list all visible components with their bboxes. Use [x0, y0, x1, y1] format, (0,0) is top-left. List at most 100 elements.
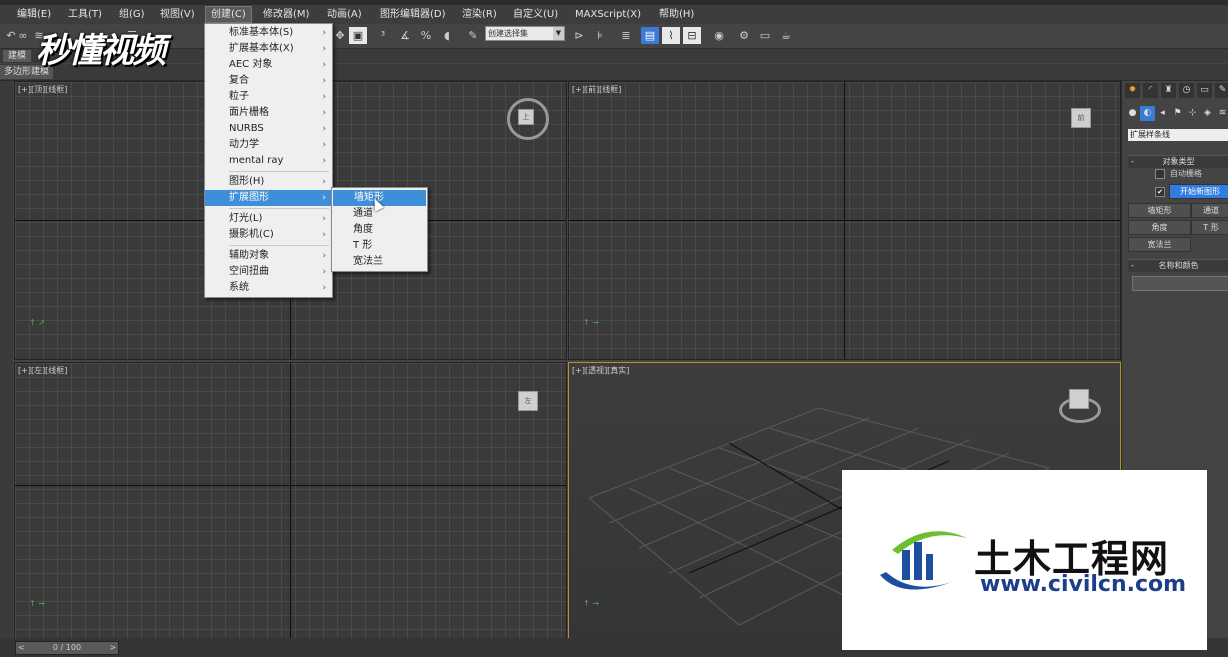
spacewarps-icon[interactable]: ◈ [1200, 106, 1215, 121]
menu-item-nurbs[interactable]: NURBS › [205, 121, 332, 137]
menu-separator [229, 171, 329, 172]
snap-3d-icon[interactable]: ³ [374, 27, 392, 44]
menu-item-standard-primitives[interactable]: 标准基本体(S) › [205, 25, 332, 41]
rendered-frame-icon[interactable]: ▭ [756, 27, 774, 44]
utilities-tab-icon[interactable]: ✎ [1215, 83, 1228, 98]
viewport-label[interactable]: [+][左][线框] [18, 365, 67, 376]
axis-tripod-icon: ↑ → [29, 599, 45, 608]
menu-views[interactable]: 视图(V) [155, 7, 200, 22]
submenu-item-tee[interactable]: T 形 [332, 238, 427, 254]
menu-edit[interactable]: 编辑(E) [12, 7, 56, 22]
helpers-icon[interactable]: ⊹ [1185, 106, 1200, 121]
percent-snap-icon[interactable]: % [417, 27, 435, 44]
schematic-view-icon[interactable]: ⊟ [683, 27, 701, 44]
cameras-icon[interactable]: ⚑ [1170, 106, 1185, 121]
chevron-down-icon[interactable]: ▼ [553, 27, 564, 40]
auto-grid-checkbox[interactable] [1155, 169, 1165, 179]
next-frame-icon[interactable]: > [109, 642, 116, 654]
curve-editor-icon[interactable]: ⌇ [662, 27, 680, 44]
scene-explorer-icon[interactable]: ▤ [641, 27, 659, 44]
viewport-left[interactable]: [+][左][线框] 左 ↑ → [14, 362, 567, 640]
spinner-snap-icon[interactable]: ◖ [438, 27, 456, 44]
viewport-label[interactable]: [+][前][线框] [572, 84, 621, 95]
wide-flange-button[interactable]: 宽法兰 [1128, 237, 1191, 252]
menu-modifiers[interactable]: 修改器(M) [258, 7, 314, 22]
watermark-civilcn-url: www.civilcn.com [980, 572, 1187, 597]
viewport-front[interactable]: [+][前][线框] 前 ↑ → [568, 81, 1121, 360]
angle-button[interactable]: 角度 [1128, 220, 1191, 235]
collapse-icon: - [1131, 261, 1134, 270]
menu-animation[interactable]: 动画(A) [322, 7, 367, 22]
object-type-rollout-header[interactable]: - 对象类型 [1128, 155, 1228, 168]
menu-item-extended-shapes[interactable]: 扩展图形 › [205, 190, 332, 206]
main-toolbar: ↶ ∞ ≋ ☰ ✥ ▣ ³ ∡ % ◖ ✎ 创建选择集 ▼ ⊳ ⊧ ≣ ▤ ⌇ … [0, 24, 1228, 49]
angle-snap-icon[interactable]: ∡ [396, 27, 414, 44]
channel-button[interactable]: 通道 [1191, 203, 1228, 218]
viewcube[interactable]: 上 [518, 109, 534, 125]
menu-item-space-warps[interactable]: 空间扭曲 › [205, 264, 332, 280]
create-menu-dropdown: 标准基本体(S) › 扩展基本体(X) › AEC 对象 › 复合 › 粒子 › 面片栅格… [204, 23, 333, 298]
move-icon[interactable]: ✥ [331, 27, 349, 44]
submenu-item-wide-flange[interactable]: 宽法兰 [332, 254, 427, 270]
render-setup-icon[interactable]: ⚙ [735, 27, 753, 44]
tee-button[interactable]: T 形 [1191, 220, 1228, 235]
align-icon[interactable]: ⊧ [591, 27, 609, 44]
shapes-icon[interactable]: ◐ [1140, 106, 1155, 121]
menu-item-extended-primitives[interactable]: 扩展基本体(X) › [205, 41, 332, 57]
viewcube[interactable]: 左 [518, 391, 538, 411]
prev-frame-icon[interactable]: < [18, 642, 25, 654]
menu-group[interactable]: 组(G) [114, 7, 150, 22]
time-slider[interactable]: < 0 / 100 > [15, 641, 119, 655]
menu-rendering[interactable]: 渲染(R) [457, 7, 502, 22]
modify-tab-icon[interactable]: ◜ [1143, 83, 1158, 98]
start-new-shape-button[interactable]: 开始新图形 [1169, 184, 1228, 199]
menu-tools[interactable]: 工具(T) [63, 7, 107, 22]
viewcube[interactable]: 前 [1071, 108, 1091, 128]
menu-item-systems[interactable]: 系统 › [205, 280, 332, 296]
menu-customize[interactable]: 自定义(U) [508, 7, 563, 22]
menu-item-dynamics[interactable]: 动力学 › [205, 137, 332, 153]
material-editor-icon[interactable]: ◉ [710, 27, 728, 44]
menu-item-cameras[interactable]: 摄影机(C) › [205, 227, 332, 243]
motion-tab-icon[interactable]: ◷ [1179, 83, 1194, 98]
menu-create[interactable]: 创建(C) [205, 6, 252, 23]
menu-item-compound[interactable]: 复合 › [205, 73, 332, 89]
submenu-item-angle[interactable]: 角度 [332, 222, 427, 238]
hierarchy-tab-icon[interactable]: ♜ [1161, 83, 1176, 98]
menu-bar: 编辑(E) 工具(T) 组(G) 视图(V) 创建(C) 修改器(M) 动画(A… [0, 5, 1228, 25]
category-dropdown[interactable]: 扩展样条线 [1128, 129, 1228, 141]
menu-item-patch-grids[interactable]: 面片栅格 › [205, 105, 332, 121]
object-name-field[interactable] [1132, 276, 1228, 291]
menu-item-aec-objects[interactable]: AEC 对象 › [205, 57, 332, 73]
menu-item-mental-ray[interactable]: mental ray › [205, 153, 332, 169]
viewport-label[interactable]: [+][顶][线框] [18, 84, 67, 95]
name-color-rollout-header[interactable]: - 名称和颜色 [1128, 259, 1228, 272]
geometry-icon[interactable]: ● [1125, 106, 1140, 121]
render-teapot-icon[interactable]: ☕ [777, 27, 795, 44]
select-and-place-icon[interactable]: ▣ [349, 27, 367, 44]
menu-item-helpers[interactable]: 辅助对象 › [205, 248, 332, 264]
edit-named-selection-icon[interactable]: ✎ [464, 27, 482, 44]
menu-item-particles[interactable]: 粒子 › [205, 89, 332, 105]
menu-graph-editors[interactable]: 图形编辑器(D) [375, 7, 451, 22]
named-selection-set-dropdown[interactable]: 创建选择集 ▼ [485, 26, 565, 41]
mirror-icon[interactable]: ⊳ [570, 27, 588, 44]
lights-icon[interactable]: ◂ [1155, 106, 1170, 121]
menu-separator [229, 208, 329, 209]
menu-item-lights[interactable]: 灯光(L) › [205, 211, 332, 227]
systems-icon[interactable]: ≋ [1215, 106, 1228, 121]
layer-manager-icon[interactable]: ≣ [617, 27, 635, 44]
named-selection-set-text: 创建选择集 [488, 29, 528, 38]
viewcube[interactable] [1069, 389, 1089, 409]
menu-help[interactable]: 帮助(H) [654, 7, 699, 22]
object-type-title: 对象类型 [1162, 157, 1195, 166]
wall-rectangle-button[interactable]: 墙矩形 [1128, 203, 1191, 218]
start-new-shape-checkbox[interactable]: ✔ [1155, 187, 1165, 197]
create-tab-icon[interactable]: ✹ [1125, 83, 1140, 98]
menu-item-shapes[interactable]: 图形(H) › [205, 174, 332, 190]
tab-modeling[interactable]: 建模 [3, 50, 32, 62]
menu-maxscript[interactable]: MAXScript(X) [570, 7, 646, 22]
ribbon-panel: 多边形建模 [0, 64, 1228, 81]
display-tab-icon[interactable]: ▭ [1197, 83, 1212, 98]
civilcn-logo-icon [880, 531, 967, 590]
